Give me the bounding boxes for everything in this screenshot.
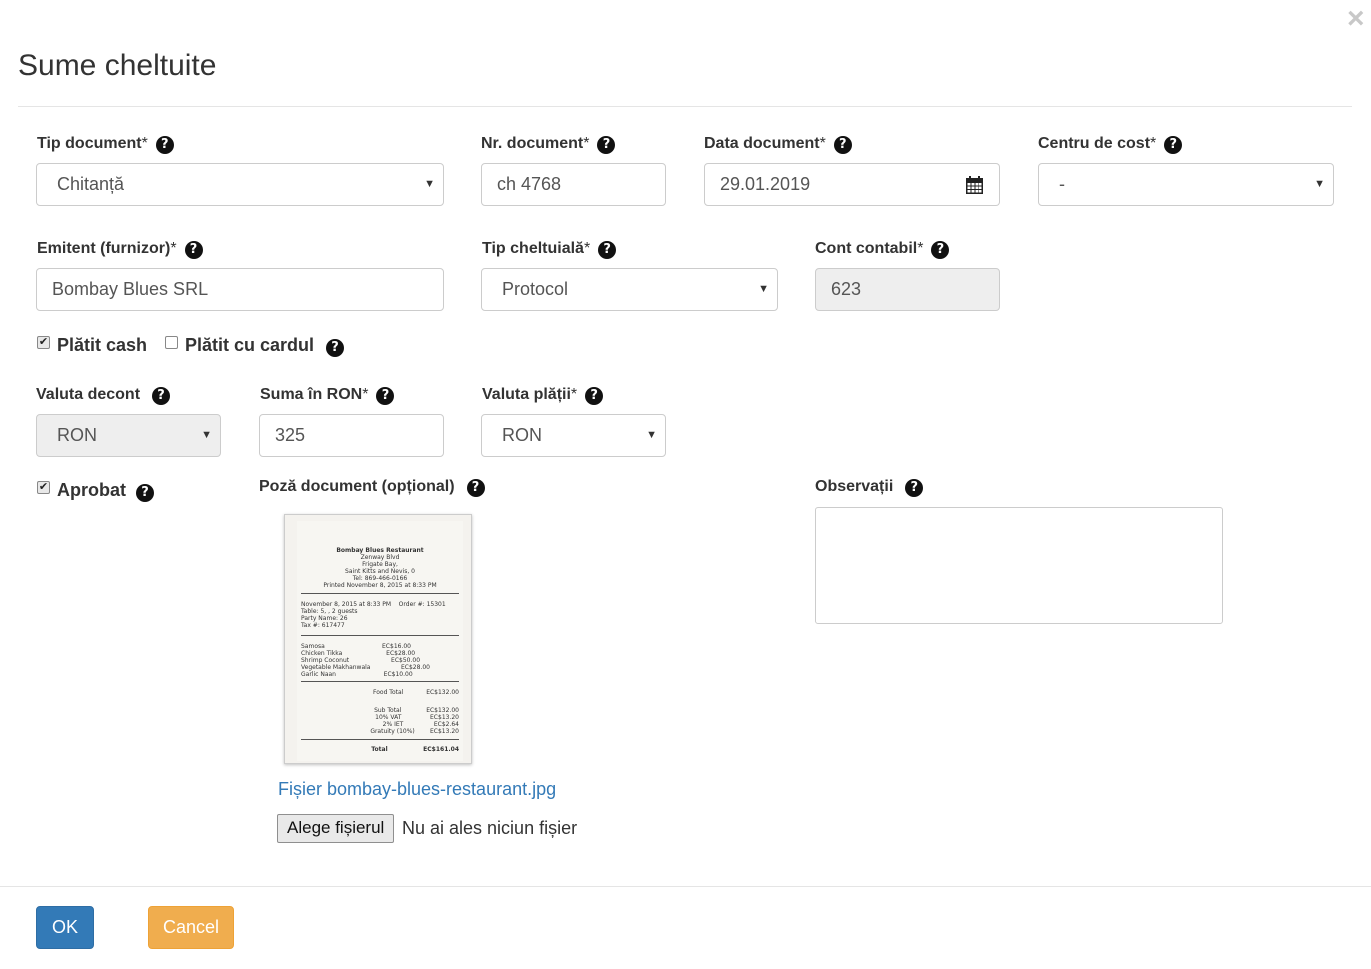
- cancel-button[interactable]: Cancel: [148, 906, 234, 949]
- no-file-text: Nu ai ales niciun fișier: [402, 818, 578, 838]
- poza-document-label: Poză document (opțional)?: [259, 477, 485, 497]
- calendar-button[interactable]: [950, 163, 1000, 206]
- receipt-line: Vegetable Makhanwala EC$28.00: [301, 664, 430, 671]
- suma-ron-label: Suma în RON*?: [260, 385, 395, 405]
- receipt-line: Tel: 869-466-0166: [352, 575, 408, 582]
- help-icon[interactable]: ?: [184, 241, 203, 259]
- platit-card-checkbox[interactable]: [165, 336, 178, 349]
- receipt-line: Garlic Naan EC$10.00: [301, 671, 413, 678]
- receipt-line: Gratuity (10%) EC$13.20: [370, 728, 459, 735]
- platit-card-label: Plătit cu cardul?: [185, 335, 345, 357]
- chevron-down-icon: ▼: [758, 283, 769, 295]
- receipt-line: Table: 5, , 2 guests: [301, 608, 358, 615]
- file-link[interactable]: Fișier bombay-blues-restaurant.jpg: [278, 778, 556, 800]
- chevron-down-icon: ▼: [646, 429, 657, 441]
- cont-contabil-label: Cont contabil*?: [815, 239, 950, 259]
- data-document-label: Data document*?: [704, 134, 852, 154]
- help-icon[interactable]: ?: [1164, 136, 1183, 154]
- valuta-platii-label: Valuta plății*?: [482, 385, 604, 405]
- calendar-icon: [966, 175, 983, 194]
- observatii-label: Observații?: [815, 477, 924, 497]
- receipt-photo: Bombay Blues Restaurant Zenway Blvd Frigat…: [284, 514, 472, 764]
- receipt-line: Saint Kitts and Nevis, 0: [345, 568, 415, 575]
- receipt-separator: [301, 635, 459, 636]
- nr-document-input[interactable]: ch 4768: [481, 163, 666, 206]
- tip-document-select[interactable]: Chitanță ▼: [36, 163, 444, 206]
- chevron-down-icon: ▼: [1314, 178, 1325, 190]
- receipt-line: November 8, 2015 at 8:33 PM Order #: 153…: [301, 601, 446, 608]
- valuta-decont-select: RON ▼: [36, 414, 221, 457]
- receipt-separator: [301, 739, 459, 740]
- help-icon[interactable]: ?: [585, 387, 604, 405]
- suma-ron-input[interactable]: 325: [259, 414, 444, 457]
- emitent-input[interactable]: Bombay Blues SRL: [36, 268, 444, 311]
- data-document-input[interactable]: 29.01.2019: [704, 163, 951, 206]
- emitent-label: Emitent (furnizor)*?: [37, 239, 203, 259]
- receipt-line: Printed November 8, 2015 at 8:33 PM: [323, 582, 437, 589]
- receipt-line: Party Name: 26: [301, 615, 348, 622]
- help-icon[interactable]: ?: [833, 136, 852, 154]
- help-icon[interactable]: ?: [466, 479, 485, 497]
- close-icon[interactable]: ×: [1347, 4, 1365, 34]
- receipt-line: Tax #: 617477: [301, 622, 345, 629]
- receipt-line: 2% IET EC$2.64: [382, 721, 459, 728]
- receipt-line: Frigate Bay,: [362, 561, 398, 568]
- header-divider: [18, 106, 1352, 107]
- cont-contabil-input: 623: [815, 268, 1000, 311]
- nr-document-label: Nr. document*?: [481, 134, 616, 154]
- aprobat-label: Aprobat?: [57, 480, 154, 502]
- chevron-down-icon: ▼: [424, 178, 435, 190]
- tip-cheltuiala-select[interactable]: Protocol ▼: [481, 268, 778, 311]
- receipt-line: Zenway Blvd: [360, 554, 400, 561]
- receipt-separator: [301, 681, 459, 682]
- help-icon[interactable]: ?: [598, 241, 617, 259]
- help-icon[interactable]: ?: [597, 136, 616, 154]
- help-icon[interactable]: ?: [376, 387, 395, 405]
- centru-cost-select[interactable]: - ▼: [1038, 163, 1334, 206]
- receipt-line: 10% VAT EC$13.20: [375, 714, 459, 721]
- centru-cost-label: Centru de cost*?: [1038, 134, 1183, 154]
- receipt-line: Bombay Blues Restaurant: [336, 547, 424, 554]
- aprobat-checkbox[interactable]: ✔: [37, 481, 50, 494]
- help-icon[interactable]: ?: [326, 339, 345, 357]
- help-icon[interactable]: ?: [931, 241, 950, 259]
- help-icon[interactable]: ?: [155, 136, 174, 154]
- receipt-separator: [301, 593, 459, 594]
- observatii-textarea[interactable]: [815, 507, 1223, 624]
- valuta-platii-select[interactable]: RON ▼: [481, 414, 666, 457]
- help-icon[interactable]: ?: [152, 387, 171, 405]
- valuta-decont-label: Valuta decont?: [36, 385, 171, 405]
- footer-divider: [0, 886, 1371, 887]
- ok-button[interactable]: OK: [36, 906, 94, 949]
- tip-cheltuiala-label: Tip cheltuială*?: [482, 239, 617, 259]
- receipt-line: Samosa EC$16.00: [301, 643, 411, 650]
- choose-file-button[interactable]: Alege fișierul: [277, 814, 395, 843]
- dialog-title: Sume cheltuite: [18, 49, 217, 82]
- platit-cash-checkbox[interactable]: ✔: [37, 336, 50, 349]
- receipt-line: Shrimp Coconut EC$50.00: [301, 657, 421, 664]
- receipt-paper: Bombay Blues Restaurant Zenway Blvd Frigat…: [297, 521, 463, 761]
- receipt-line: Sub Total EC$132.00: [374, 707, 459, 714]
- platit-cash-label: Plătit cash: [57, 335, 148, 355]
- chevron-down-icon: ▼: [201, 429, 212, 441]
- help-icon[interactable]: ?: [136, 484, 154, 502]
- receipt-line: Total EC$161.04: [371, 746, 459, 753]
- receipt-line: Food Total EC$132.00: [373, 689, 459, 696]
- tip-document-label: Tip document*?: [37, 134, 174, 154]
- receipt-line: Chicken Tikka EC$28.00: [301, 650, 416, 657]
- help-icon[interactable]: ?: [905, 479, 924, 497]
